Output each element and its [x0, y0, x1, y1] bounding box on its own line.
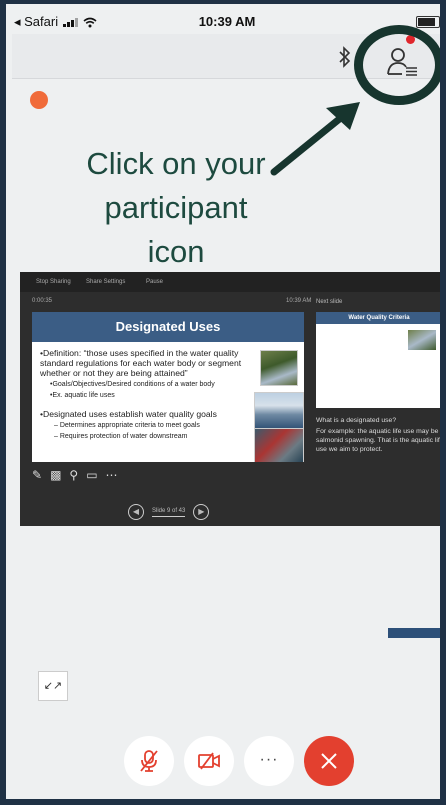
stop-sharing-button[interactable]: Stop Sharing — [36, 279, 71, 285]
screen-icon[interactable]: ▭ — [86, 468, 97, 482]
annotation-tools: ✎ ▩ ⚲ ▭ ⋯ — [32, 468, 118, 482]
notes-text: For example: the aquatic life use may be… — [316, 428, 444, 453]
slide-dash-item: – Determines appropriate criteria to mee… — [54, 422, 200, 429]
slide-title: Designated Uses — [32, 312, 304, 342]
river-photo — [260, 350, 298, 386]
video-button[interactable] — [184, 736, 234, 786]
callout-line-3: icon — [147, 234, 205, 269]
slide-body: •Definition: “those uses specified in th… — [40, 348, 258, 443]
call-controls: ··· — [124, 736, 354, 786]
shared-screen: Stop Sharing Share Settings Pause 0:00:3… — [20, 272, 444, 526]
expand-view-icon[interactable]: ↙↗ — [38, 671, 68, 701]
close-icon — [321, 753, 337, 769]
mute-button[interactable] — [124, 736, 174, 786]
slide-dash-item: – Requires protection of water downstrea… — [54, 433, 188, 440]
salmon-photo — [254, 428, 304, 462]
next-slide-preview[interactable]: Water Quality Criteria — [316, 312, 440, 408]
slide-clock: 10:39 AM — [286, 298, 312, 304]
next-slide-photo — [408, 330, 436, 350]
pen-icon[interactable]: ✎ — [32, 468, 42, 482]
slide-bullet: •Designated uses establish water quality… — [40, 409, 217, 419]
slide-sub-bullet: •Ex. aquatic life uses — [50, 392, 115, 399]
instruction-callout: Click on your participant icon — [46, 142, 306, 274]
status-time: 10:39 AM — [198, 14, 256, 29]
zoom-icon[interactable]: ⚲ — [69, 468, 78, 482]
callout-line-1: Click on your — [86, 146, 266, 181]
more-options-icon[interactable]: ⋯ — [106, 468, 118, 482]
pause-button[interactable]: Pause — [146, 279, 163, 285]
slide-pager: ◀ Slide 9 of 43 ▶ — [128, 504, 210, 520]
next-slide-label: Next slide — [316, 299, 343, 305]
share-settings-button[interactable]: Share Settings — [86, 279, 125, 285]
muted-mic-badge-icon — [30, 91, 48, 109]
highlight-circle — [354, 25, 440, 105]
callout-line-2: participant — [104, 190, 248, 225]
video-off-icon — [198, 752, 220, 770]
slide-counter: Slide 9 of 43 — [152, 508, 186, 517]
battery-icon — [416, 16, 440, 28]
end-call-button[interactable] — [304, 736, 354, 786]
muted-microphone-icon — [140, 750, 158, 772]
more-button[interactable]: ··· — [244, 736, 294, 786]
presenter-toolbar: Stop Sharing Share Settings Pause — [20, 272, 440, 292]
bluetooth-icon[interactable] — [338, 46, 352, 68]
slide-sub-bullet: •Goals/Objectives/Desired conditions of … — [50, 381, 215, 388]
speaker-notes: What is a designated use? For example: t… — [316, 416, 444, 456]
slides-grid-icon[interactable]: ▩ — [50, 468, 61, 482]
next-slide-button[interactable]: ▶ — [193, 504, 210, 520]
screen-frame: ◂ Safari 10:39 AM Click on your particip… — [0, 0, 446, 805]
previous-slide-button[interactable]: ◀ — [128, 504, 144, 520]
slide-timer: 0:00:35 — [32, 298, 53, 304]
lake-mountain-photo — [254, 392, 304, 430]
next-slide-title: Water Quality Criteria — [316, 312, 440, 324]
more-dots-icon: ··· — [259, 751, 279, 768]
slide-bullet: •Definition: “those uses specified in th… — [40, 348, 242, 378]
current-slide: Designated Uses •Definition: “those uses… — [32, 312, 304, 462]
notes-question: What is a designated use? — [316, 417, 397, 424]
video-thumbnail-bar — [388, 628, 440, 638]
